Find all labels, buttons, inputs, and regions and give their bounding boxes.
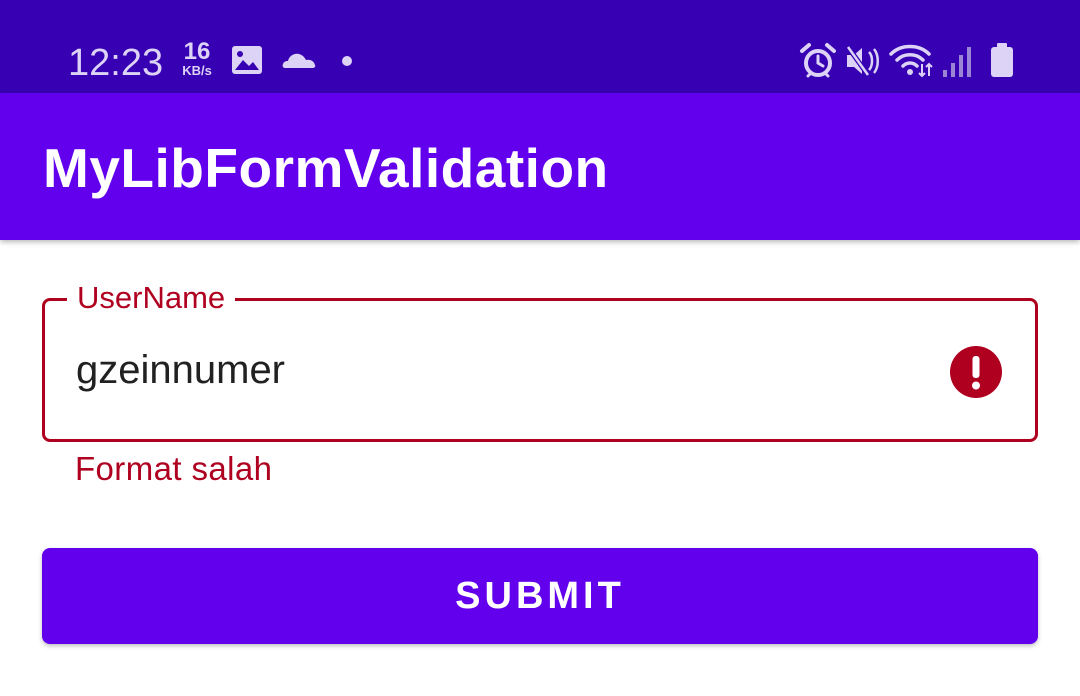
status-bar: 12:23 16 KB/s [0,0,1080,93]
network-speed-value: 16 [183,38,211,65]
dot-icon [342,56,352,66]
network-speed-unit: KB/s [182,63,212,78]
alarm-icon [800,43,836,78]
username-input[interactable] [45,301,925,439]
error-icon [950,346,1002,398]
app-bar: MyLibFormValidation [0,93,1080,240]
username-error-text: Format salah [75,450,273,487]
mute-icon [845,45,879,77]
cloud-icon [282,53,316,68]
app-title: MyLibFormValidation [43,137,609,199]
signal-icon [943,47,971,77]
battery-icon [991,43,1013,77]
image-icon [232,46,262,74]
submit-button[interactable]: SUBMIT [42,548,1038,644]
network-speed: 16 KB/s [176,40,218,78]
username-field[interactable]: UserName [42,279,1038,442]
status-time: 12:23 [68,42,164,84]
wifi-icon [889,44,933,78]
